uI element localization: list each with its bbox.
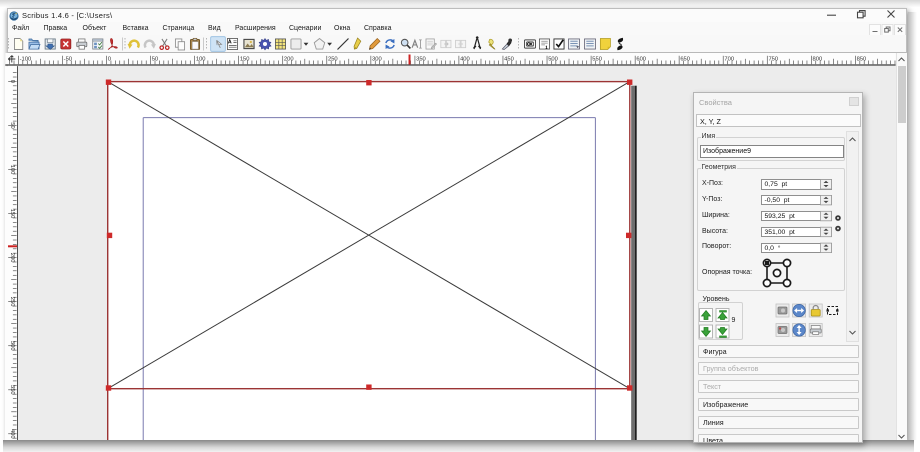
- svg-text:250: 250: [328, 56, 338, 62]
- svg-text:200: 200: [284, 56, 294, 62]
- svg-text:50: 50: [9, 122, 15, 128]
- svg-text:200: 200: [9, 252, 15, 262]
- svg-text:50: 50: [152, 56, 158, 62]
- svg-text:150: 150: [9, 208, 15, 218]
- svg-text:550: 550: [592, 56, 602, 62]
- svg-text:350: 350: [416, 56, 426, 62]
- svg-text:-50: -50: [64, 56, 72, 62]
- svg-text:400: 400: [460, 56, 470, 62]
- svg-text:750: 750: [768, 56, 778, 62]
- svg-text:650: 650: [680, 56, 690, 62]
- svg-text:600: 600: [636, 56, 646, 62]
- svg-text:250: 250: [9, 297, 15, 307]
- svg-text:-100: -100: [20, 56, 32, 62]
- svg-text:850: 850: [857, 56, 867, 62]
- svg-text:0: 0: [108, 56, 111, 62]
- svg-text:450: 450: [504, 56, 514, 62]
- svg-text:300: 300: [9, 341, 15, 351]
- svg-text:100: 100: [196, 56, 206, 62]
- svg-text:400: 400: [9, 429, 15, 439]
- svg-text:800: 800: [813, 56, 823, 62]
- svg-text:350: 350: [9, 385, 15, 395]
- svg-text:500: 500: [548, 56, 558, 62]
- svg-text:0: 0: [9, 79, 15, 82]
- svg-text:150: 150: [240, 56, 250, 62]
- svg-text:100: 100: [9, 164, 15, 174]
- svg-text:700: 700: [724, 56, 734, 62]
- svg-text:300: 300: [372, 56, 382, 62]
